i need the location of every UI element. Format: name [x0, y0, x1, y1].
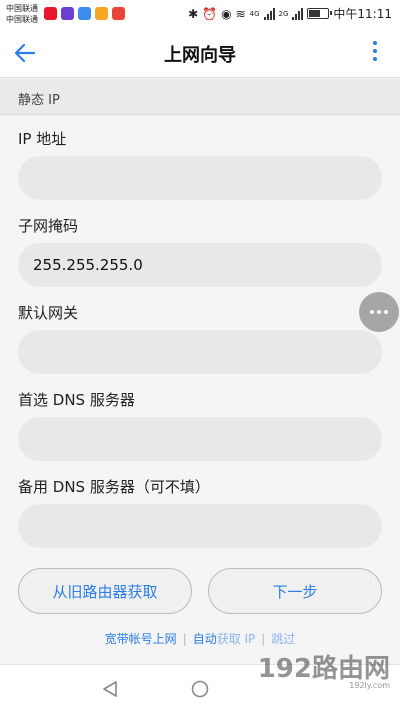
app-icon — [112, 7, 125, 20]
weibo-icon — [44, 7, 57, 20]
alarm-icon: ⏰ — [202, 6, 218, 21]
carrier-1: 中国联通 — [6, 4, 38, 13]
signal-2-icon — [292, 7, 304, 20]
primary-dns-label: 首选 DNS 服务器 — [18, 391, 135, 409]
carrier-labels: 中国联通 中国联通 — [6, 3, 38, 25]
carrier-2: 中国联通 — [6, 15, 38, 24]
primary-dns-input[interactable] — [18, 417, 382, 461]
bluetooth-icon: ✱ — [188, 6, 199, 21]
link-divider: | — [182, 632, 187, 646]
video-icon — [61, 7, 74, 20]
next-step-button[interactable]: 下一步 — [208, 568, 382, 614]
notification-icons — [44, 7, 125, 20]
auto-ip-prefix: 自动 — [192, 632, 217, 646]
eye-icon: ◉ — [221, 6, 232, 21]
status-bar: 中国联通 中国联通 ✱ ⏰ ◉ ≋ 4G 2G 中午11:11 — [0, 0, 400, 28]
watermark: 192路由网 192ly.com — [258, 648, 390, 690]
nav-home-icon[interactable] — [190, 679, 210, 699]
wifi-icon: ≋ — [235, 6, 246, 21]
link-divider: | — [261, 632, 266, 646]
battery-icon — [307, 8, 333, 19]
auto-ip-link[interactable]: 自动获取 IP — [193, 632, 256, 646]
nav-back-icon[interactable] — [100, 679, 120, 699]
secondary-dns-input[interactable] — [18, 504, 382, 548]
signal-1-icon — [263, 7, 275, 20]
subnet-mask-input[interactable] — [18, 243, 382, 287]
system-icons: ✱ ⏰ ◉ ≋ 4G 2G 中午11:11 — [188, 5, 392, 22]
floating-more-button[interactable] — [359, 292, 399, 332]
clock: 中午11:11 — [333, 7, 392, 21]
skip-link[interactable]: 跳过 — [271, 632, 295, 646]
app-header: 上网向导 — [0, 28, 400, 78]
gateway-input[interactable] — [18, 330, 382, 374]
ip-address-label: IP 地址 — [18, 130, 67, 148]
secondary-dns-label: 备用 DNS 服务器（可不填） — [18, 478, 210, 496]
auto-ip-suffix: 获取 IP — [216, 632, 256, 646]
ip-address-input[interactable] — [18, 156, 382, 200]
connection-type-links: 宽带帐号上网 | 自动获取 IP | 跳过 — [0, 630, 400, 647]
paw-icon — [78, 7, 91, 20]
more-options-icon[interactable] — [372, 41, 378, 65]
gateway-label: 默认网关 — [18, 304, 79, 322]
photo-icon — [95, 7, 108, 20]
network-type-1: 4G — [249, 9, 260, 18]
subnet-mask-label: 子网掩码 — [18, 217, 79, 235]
broadband-account-link[interactable]: 宽带帐号上网 — [105, 632, 177, 646]
section-header: 静态 IP — [0, 79, 400, 115]
page-title: 上网向导 — [164, 45, 236, 66]
watermark-text: 192路由网 — [257, 654, 390, 684]
network-type-2: 2G — [278, 9, 289, 18]
restore-from-old-router-button[interactable]: 从旧路由器获取 — [18, 568, 192, 614]
section-title: 静态 IP — [18, 93, 60, 108]
